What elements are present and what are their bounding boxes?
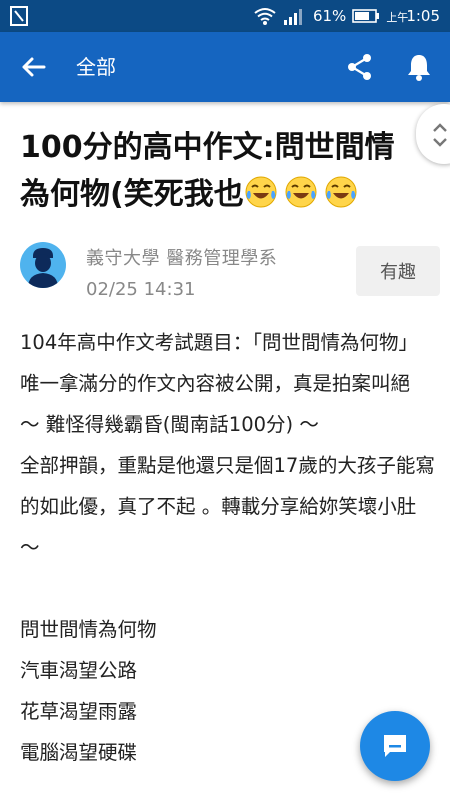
battery-icon	[352, 9, 380, 23]
paragraph: 唯一拿滿分的作文內容被公開，真是拍案叫絕 ～ 難怪得幾霸昏(閩南話100分) ～	[20, 372, 411, 436]
tears-of-joy-emoji-icon	[285, 176, 317, 208]
tears-of-joy-emoji-icon	[325, 176, 357, 208]
comment-fab-button[interactable]	[360, 711, 430, 781]
scroll-toggle-button[interactable]	[416, 104, 450, 164]
notification-icon	[10, 6, 28, 26]
poem-line: 問世間情為何物	[20, 618, 157, 641]
signal-icon	[283, 9, 302, 25]
person-silhouette-icon	[28, 248, 58, 288]
status-time: 1:05	[406, 7, 440, 25]
expand-collapse-icon	[433, 123, 447, 147]
battery-percent: 61%	[312, 7, 347, 25]
paragraph: 全部押韻，重點是他還只是個17歲的大孩子能寫的如此優，真了不起 。轉載分享給妳笑…	[20, 454, 435, 559]
app-bar: 全部	[0, 32, 450, 102]
chat-bubble-icon	[384, 735, 406, 757]
post-title: 100分的高中作文:問世間情為何物(笑死我也	[20, 124, 410, 218]
share-icon[interactable]	[345, 52, 375, 82]
post-date: 02/25 14:31	[86, 279, 196, 300]
wifi-icon	[254, 8, 276, 25]
time-prefix: 上午	[386, 11, 409, 24]
post-content: 104年高中作文考試題目：「問世間情為何物」 唯一拿滿分的作文內容被公開，真是拍…	[20, 322, 435, 773]
poem-line: 汽車渴望公路	[20, 659, 138, 682]
interesting-button[interactable]: 有趣	[356, 246, 440, 296]
tears-of-joy-emoji-icon	[245, 176, 277, 208]
paragraph: 104年高中作文考試題目：「問世間情為何物」	[20, 331, 418, 354]
bell-icon[interactable]	[404, 52, 434, 82]
author-name[interactable]: 義守大學 醫務管理學系	[86, 244, 277, 270]
author-avatar[interactable]	[20, 242, 66, 288]
app-bar-title: 全部	[76, 55, 116, 79]
status-bar: 61% 上午1:05	[0, 0, 450, 32]
back-arrow-icon[interactable]	[18, 52, 48, 82]
